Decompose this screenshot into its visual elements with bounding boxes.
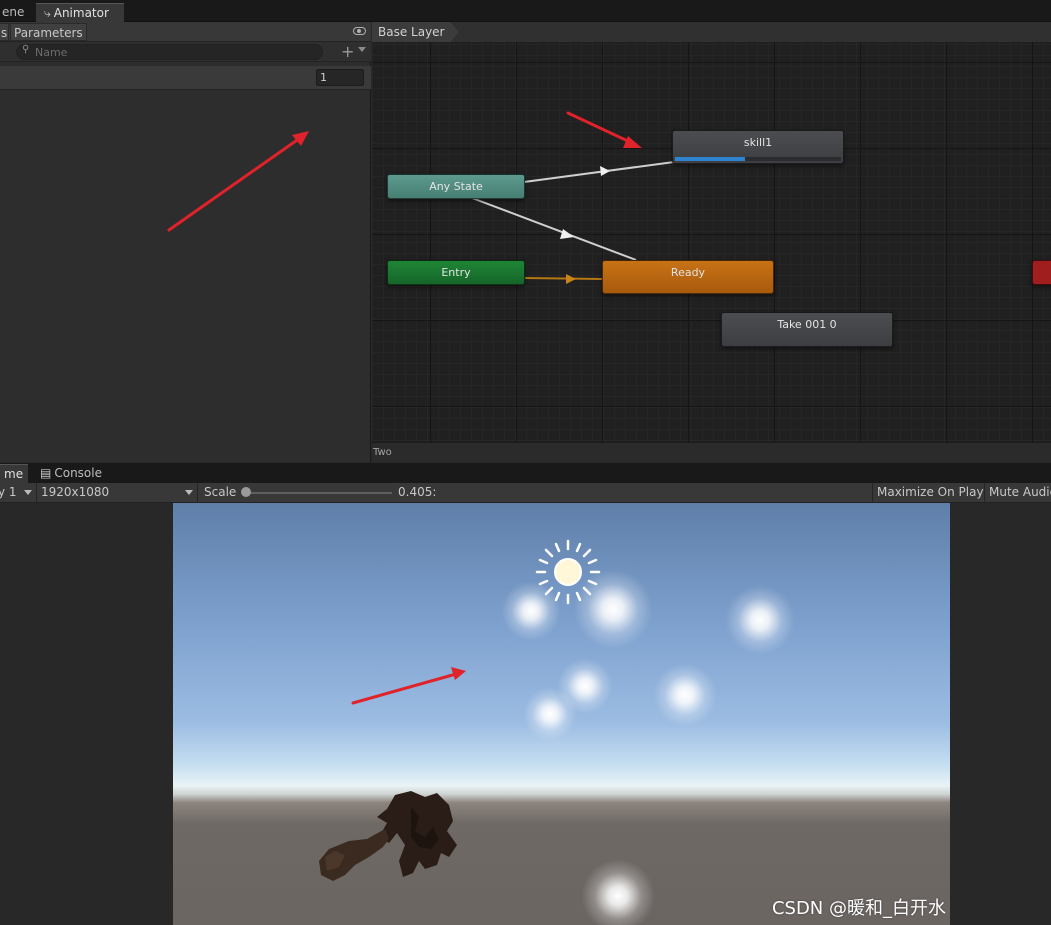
state-progress-fill — [675, 157, 745, 161]
state-progress-bar — [675, 157, 841, 161]
game-tabs: me ▤ Console — [0, 463, 1051, 483]
tab-animator-label: Animator — [53, 6, 109, 20]
toolbar-divider — [197, 483, 198, 503]
tab-parameters-label: Parameters — [14, 26, 83, 40]
resolution-dropdown[interactable]: 1920x1080 — [41, 483, 195, 502]
state-take-001[interactable]: Take 001 0 — [721, 312, 893, 347]
tab-animator[interactable]: ⤷ Animator — [36, 3, 124, 22]
parameter-search-input[interactable] — [35, 45, 315, 59]
add-parameter-button[interactable]: + — [341, 42, 354, 61]
tab-scene-label: ene — [2, 5, 25, 19]
display-label: y 1 — [0, 485, 17, 499]
toolbar-divider — [872, 483, 873, 503]
glow-particle — [581, 859, 655, 925]
transition-arrow-icon — [600, 166, 610, 176]
transition-arrow-icon — [560, 229, 574, 239]
scale-slider-handle[interactable] — [241, 487, 251, 497]
resolution-label: 1920x1080 — [41, 485, 110, 499]
editor-top-tabs: ene ⤷ Animator — [0, 0, 1051, 22]
eye-icon[interactable] — [353, 27, 366, 35]
transition-lines — [471, 161, 675, 284]
state-skill1-label: skill1 — [743, 136, 773, 149]
scale-value: 0.405: — [398, 485, 437, 499]
parameters-toolbar: ⚲ + — [0, 42, 371, 62]
left-panel-header: s Parameters — [0, 22, 371, 42]
animator-icon: ⤷ — [44, 6, 51, 20]
glow-particle — [725, 585, 795, 655]
state-skill1[interactable]: skill1 — [672, 130, 844, 164]
state-any-state[interactable]: Any State — [387, 174, 525, 199]
tab-layers[interactable]: s — [0, 23, 9, 41]
tab-parameters[interactable]: Parameters — [10, 23, 87, 41]
parameter-search[interactable]: ⚲ — [16, 44, 323, 60]
animator-left-panel: s Parameters ⚲ + 1 — [0, 22, 371, 462]
state-ready-label: Ready — [670, 266, 706, 279]
parameter-value-field[interactable]: 1 — [316, 69, 364, 86]
console-icon: ▤ — [40, 466, 52, 480]
tab-scene[interactable]: ene — [0, 3, 32, 22]
maximize-on-play-toggle[interactable]: Maximize On Play — [877, 483, 984, 502]
glow-particle — [523, 687, 577, 741]
tab-game[interactable]: me — [0, 464, 28, 483]
state-entry[interactable]: Entry — [387, 260, 525, 285]
game-viewport[interactable]: CSDN @暖和_白开水 — [173, 503, 950, 925]
chevron-down-icon — [24, 490, 32, 495]
state-entry-label: Entry — [441, 266, 471, 279]
chevron-down-icon — [185, 490, 193, 495]
game-toolbar: y 1 1920x1080 Scale 0.405: Maximize On P… — [0, 483, 1051, 503]
glow-particle — [573, 569, 653, 649]
watermark-text: CSDN @暖和_白开水 — [771, 898, 946, 919]
tab-game-label: me — [4, 467, 24, 481]
state-take-label: Take 001 0 — [777, 318, 837, 331]
mute-audio-toggle[interactable]: Mute Audic — [989, 483, 1051, 502]
transition-line-entry-ready[interactable] — [523, 277, 603, 280]
toolbar-divider — [36, 483, 37, 503]
search-icon: ⚲ — [22, 44, 30, 55]
toolbar-divider — [984, 483, 985, 503]
character-model — [319, 791, 457, 881]
glow-particle — [501, 581, 561, 641]
scale-slider-track[interactable] — [246, 492, 392, 494]
tab-console-label: Console — [54, 466, 102, 480]
add-parameter-dropdown-icon[interactable] — [358, 47, 366, 52]
scale-label: Scale — [204, 485, 237, 499]
graph-footer: Two — [372, 442, 1051, 462]
state-exit[interactable] — [1032, 260, 1051, 285]
state-ready[interactable]: Ready — [602, 260, 774, 294]
glow-particle — [653, 663, 717, 727]
tab-layers-label: s — [1, 26, 8, 40]
state-any-state-label: Any State — [429, 180, 483, 193]
tab-console[interactable]: ▤ Console — [32, 464, 110, 483]
transition-line-anystate-skill1[interactable] — [523, 161, 675, 183]
display-dropdown[interactable]: y 1 — [0, 483, 34, 502]
parameter-row[interactable]: 1 — [0, 66, 371, 90]
animator-graph[interactable]: Base Layer skill1 Any State Entry Ready … — [372, 22, 1051, 462]
transition-arrow-icon — [566, 274, 576, 284]
transition-line-anystate-ready[interactable] — [471, 197, 637, 261]
